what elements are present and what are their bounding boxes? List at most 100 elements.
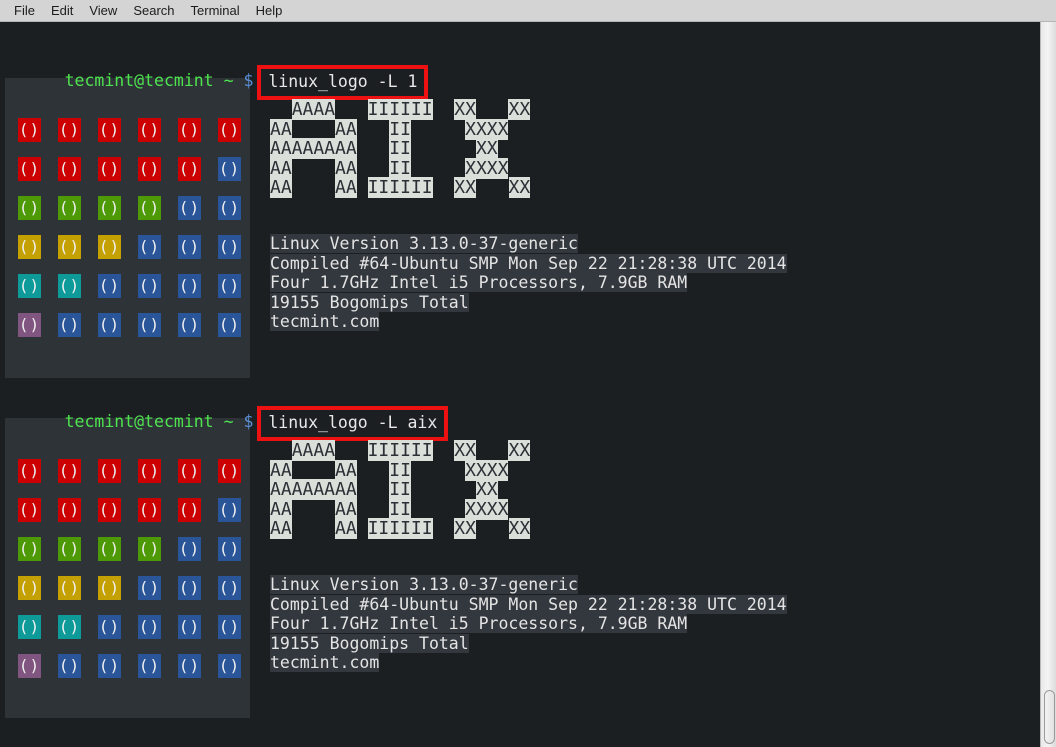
system-info-first: Linux Version 3.13.0-37-generic Compiled …	[270, 234, 787, 332]
system-info-text: Compiled #64-Ubuntu SMP Mon Sep 22 21:28…	[270, 594, 787, 614]
aix-glyph-run: XX	[508, 99, 531, 120]
aix-glyph-run: II	[389, 498, 411, 520]
system-info-text: tecmint.com	[270, 312, 380, 331]
color-cell-green: ()	[98, 537, 121, 561]
color-cell-blue: ()	[218, 615, 241, 639]
aix-logo-line: AA AA IIIIII XX XX	[270, 177, 531, 198]
system-info-line: Compiled #64-Ubuntu SMP Mon Sep 22 21:28…	[270, 594, 787, 615]
system-info-line: Four 1.7GHz Intel i5 Processors, 7.9GB R…	[270, 614, 787, 634]
menu-item-file[interactable]: File	[6, 1, 43, 21]
menu-item-help[interactable]: Help	[248, 1, 291, 21]
color-cell-blue: ()	[138, 235, 161, 259]
terminal-output-area[interactable]: tecmint@tecmint ~ $ linux_logo -L 1 () () (…	[0, 22, 1040, 747]
color-cell-yellow: ()	[18, 235, 41, 259]
system-info-line: tecmint.com	[270, 653, 787, 673]
aix-glyph-run: II	[389, 118, 411, 140]
aix-glyph-run: II	[389, 157, 411, 179]
aix-gap-run	[433, 99, 455, 120]
aix-gap-run	[357, 119, 390, 140]
prompt-line-active: tecmint@tecmint ~ $	[5, 725, 269, 747]
menu-item-edit[interactable]: Edit	[43, 1, 81, 21]
aix-glyph-run: XX	[454, 518, 476, 539]
system-info-second: Linux Version 3.13.0-37-generic Compiled …	[270, 575, 787, 673]
command-text-second: linux_logo -L aix	[268, 413, 438, 432]
color-cell-red: ()	[138, 157, 161, 181]
aix-glyph-run: II	[389, 138, 411, 159]
color-cell-cyan: ()	[18, 274, 41, 298]
aix-glyph-run: XX	[454, 99, 476, 120]
system-info-line: Linux Version 3.13.0-37-generic	[270, 575, 787, 595]
color-cell-green: ()	[58, 196, 81, 220]
aix-gap-run	[357, 460, 390, 481]
aix-glyph-run: AA	[335, 459, 357, 481]
aix-gap-run	[357, 518, 368, 539]
aix-gap-run	[292, 177, 335, 198]
aix-glyph-run: XXXX	[465, 498, 509, 520]
color-cell-cyan: ()	[58, 615, 81, 639]
color-cell-yellow: ()	[98, 235, 121, 259]
color-cell-magenta: ()	[18, 313, 41, 337]
color-cell-blue: ()	[218, 654, 241, 678]
color-cell-blue: ()	[178, 235, 201, 259]
aix-gap-run	[292, 158, 335, 179]
color-grid-row: () () () () () ()	[18, 235, 258, 274]
color-cell-red: ()	[18, 118, 41, 142]
system-info-text: Compiled #64-Ubuntu SMP Mon Sep 22 21:28…	[270, 253, 787, 273]
aix-glyph-run: XXXX	[465, 118, 509, 140]
prompt-user-host: tecmint@tecmint	[64, 71, 214, 90]
color-cell-green: ()	[138, 537, 161, 561]
aix-logo-line: AAAAAAAA II XX	[270, 138, 530, 159]
aix-glyph-run: AAAAAAAA	[270, 479, 357, 500]
color-cell-red: ()	[58, 157, 81, 181]
color-grid-row: () () () () () ()	[18, 654, 258, 693]
color-cell-red: ()	[58, 118, 81, 142]
prompt-symbol-2: $	[243, 412, 254, 431]
aix-glyph-run: IIIIII	[367, 177, 433, 198]
aix-gap-run	[476, 99, 509, 120]
prompt-line-second: tecmint@tecmint ~ $ linux_logo -L aix	[5, 383, 449, 441]
aix-gap-run	[357, 138, 390, 159]
color-grid-row: () () () () () ()	[18, 537, 258, 576]
aix-gap-run	[433, 518, 455, 539]
system-info-text: Linux Version 3.13.0-37-generic	[270, 575, 578, 594]
aix-logo-line: AA AA II XXXX	[270, 498, 530, 520]
aix-logo-line: AAAA IIIIII XX XX	[270, 440, 531, 461]
color-cell-blue: ()	[98, 313, 121, 337]
color-cell-blue: ()	[58, 654, 81, 678]
vertical-scrollbar[interactable]	[1040, 22, 1056, 747]
aix-gap-run	[411, 499, 465, 520]
aix-ascii-logo-second: AAAA IIIIII XX XX AA AA II XXXX AAAAAAAA I…	[270, 440, 531, 539]
menu-item-terminal[interactable]: Terminal	[183, 1, 248, 21]
color-cell-red: ()	[18, 498, 41, 522]
aix-glyph-run: XX	[454, 177, 476, 198]
color-cell-blue: ()	[98, 654, 121, 678]
aix-glyph-run: AA	[270, 118, 292, 140]
aix-glyph-run: XX	[508, 440, 531, 461]
color-cell-red: ()	[58, 459, 81, 483]
color-cell-red: ()	[218, 459, 241, 483]
command-highlight-box-first: linux_logo -L 1	[257, 65, 429, 100]
aix-glyph-run: AA	[270, 177, 292, 198]
aix-gap-run	[357, 158, 390, 179]
color-grid-row: () () () () () ()	[18, 118, 258, 157]
color-cell-red: ()	[18, 459, 41, 483]
aix-glyph-run: XX	[475, 138, 498, 159]
aix-glyph-run: IIIIII	[367, 518, 433, 539]
vertical-scroll-thumb[interactable]	[1044, 690, 1055, 744]
aix-logo-line: AA AA II XXXX	[270, 157, 530, 179]
aix-glyph-run: XX	[454, 440, 476, 461]
color-cell-yellow: ()	[58, 235, 81, 259]
aix-gap-run	[411, 119, 465, 140]
menu-item-view[interactable]: View	[81, 1, 125, 21]
aix-glyph-run: AA	[335, 118, 357, 140]
color-cell-red: ()	[58, 498, 81, 522]
aix-logo-line: AAAA IIIIII XX XX	[270, 99, 531, 120]
color-cell-blue: ()	[178, 196, 201, 220]
aix-glyph-run: IIIIII	[367, 99, 433, 120]
menu-item-search[interactable]: Search	[125, 1, 182, 21]
system-info-line: Four 1.7GHz Intel i5 Processors, 7.9GB R…	[270, 273, 787, 293]
aix-glyph-run: XXXX	[465, 157, 509, 179]
color-cell-red: ()	[98, 459, 121, 483]
color-grid-row: () () () () () ()	[18, 459, 258, 498]
color-grid-second: ()()()()()()()()()()()()()()()()()()()()…	[18, 459, 258, 693]
